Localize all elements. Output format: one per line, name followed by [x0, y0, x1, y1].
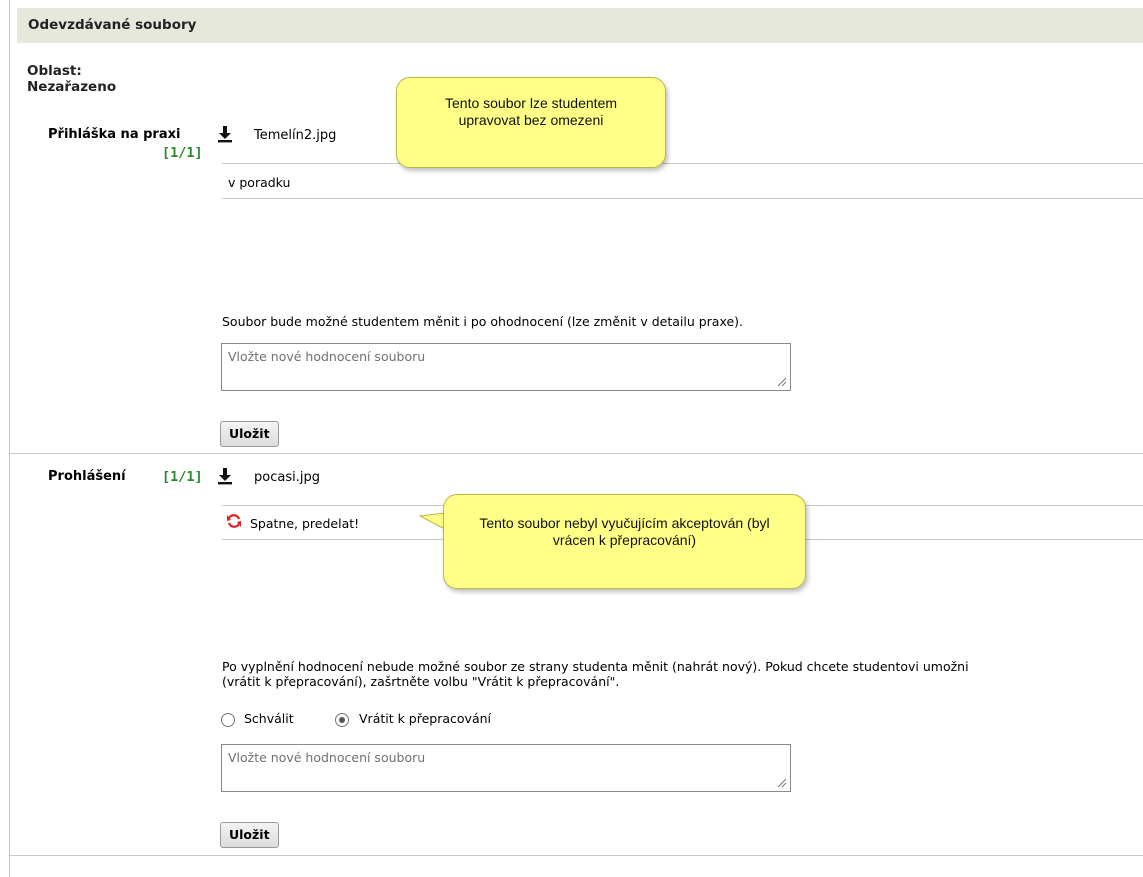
- tooltip-text: Tento soubor lze studentem upravovat bez…: [445, 95, 617, 128]
- tooltip-returned: Tento soubor nebyl vyučujícím akceptován…: [443, 494, 806, 589]
- section-header: Odevzdávané soubory: [17, 8, 1143, 43]
- area-label: Oblast: Nezařazeno: [27, 63, 116, 95]
- radio-approve[interactable]: [221, 713, 235, 727]
- area-caption: Oblast:: [27, 63, 82, 79]
- file-label-prihlaska: Přihláška na praxi: [48, 127, 181, 142]
- radio-return[interactable]: [335, 713, 349, 727]
- file-note: Soubor bude možné studentem měnit i po o…: [222, 314, 744, 329]
- left-border: [9, 0, 10, 877]
- divider: [222, 198, 1143, 199]
- file-comment: Spatne, predelat!: [250, 516, 360, 531]
- download-icon[interactable]: [217, 467, 233, 485]
- file-count-prohlaseni: [1/1]: [162, 469, 203, 485]
- radio-approve-label[interactable]: Schválit: [244, 711, 294, 726]
- rating-textarea[interactable]: [221, 343, 791, 391]
- save-button[interactable]: Uložit: [220, 822, 279, 848]
- file-note-line2: (vrátit k přepracování), zašrtněte volbu…: [222, 674, 620, 689]
- refresh-icon: [227, 514, 241, 528]
- rating-textarea[interactable]: [221, 744, 791, 792]
- area-value: Nezařazeno: [27, 79, 117, 95]
- row-divider: [10, 855, 1143, 856]
- file-count-prihlaska: [1/1]: [162, 145, 203, 161]
- section-title: Odevzdávané soubory: [28, 17, 197, 33]
- resize-grip-icon[interactable]: [777, 778, 787, 788]
- save-button[interactable]: Uložit: [220, 421, 279, 447]
- download-icon[interactable]: [217, 125, 233, 143]
- file-note-line1: Po vyplnění hodnocení nebude možné soubo…: [222, 659, 969, 674]
- resize-grip-icon[interactable]: [777, 377, 787, 387]
- tooltip-text: Tento soubor nebyl vyučujícím akceptován…: [479, 515, 770, 548]
- file-note: Po vyplnění hodnocení nebude možné soubo…: [222, 659, 1143, 689]
- divider: [222, 163, 1143, 164]
- tooltip-editable: Tento soubor lze studentem upravovat bez…: [396, 77, 666, 168]
- radio-return-label[interactable]: Vrátit k přepracování: [359, 711, 491, 726]
- file-label-prohlaseni: Prohlášení: [48, 469, 126, 484]
- file-name-link[interactable]: Temelín2.jpg: [254, 128, 336, 143]
- file-name-link[interactable]: pocasi.jpg: [254, 470, 320, 485]
- file-comment: v poradku: [228, 175, 291, 190]
- row-divider: [10, 453, 1143, 454]
